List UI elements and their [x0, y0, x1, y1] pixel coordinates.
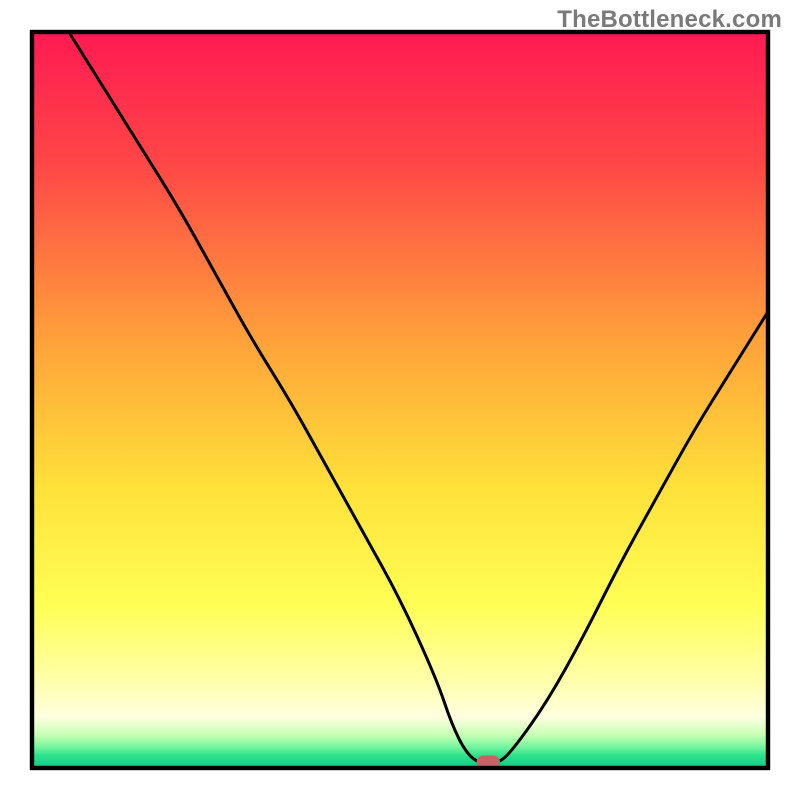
- bottleneck-chart: [0, 0, 800, 800]
- chart-frame: TheBottleneck.com: [0, 0, 800, 800]
- gradient-background: [32, 32, 768, 768]
- watermark-text: TheBottleneck.com: [557, 6, 782, 34]
